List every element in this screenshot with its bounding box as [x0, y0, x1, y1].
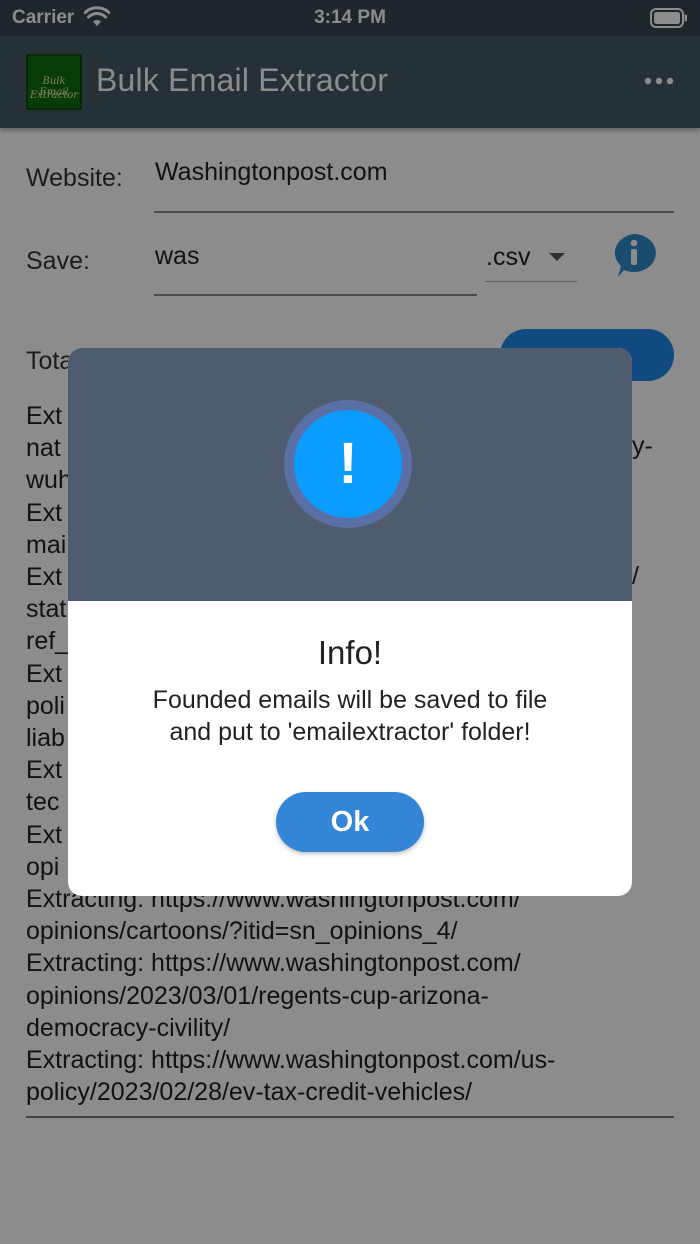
exclamation-icon: !	[338, 431, 358, 496]
ok-button[interactable]: Ok	[276, 792, 424, 852]
dialog-message-line: Founded emails will be saved to file	[152, 686, 548, 714]
dialog-message-line: and put to 'emailextractor' folder!	[169, 718, 531, 746]
info-dialog: ! Info! Founded emails will be saved to …	[68, 348, 632, 896]
dialog-message: Founded emails will be saved to file and…	[68, 684, 632, 748]
dialog-header: !	[68, 348, 632, 601]
dialog-title: Info!	[317, 634, 383, 671]
